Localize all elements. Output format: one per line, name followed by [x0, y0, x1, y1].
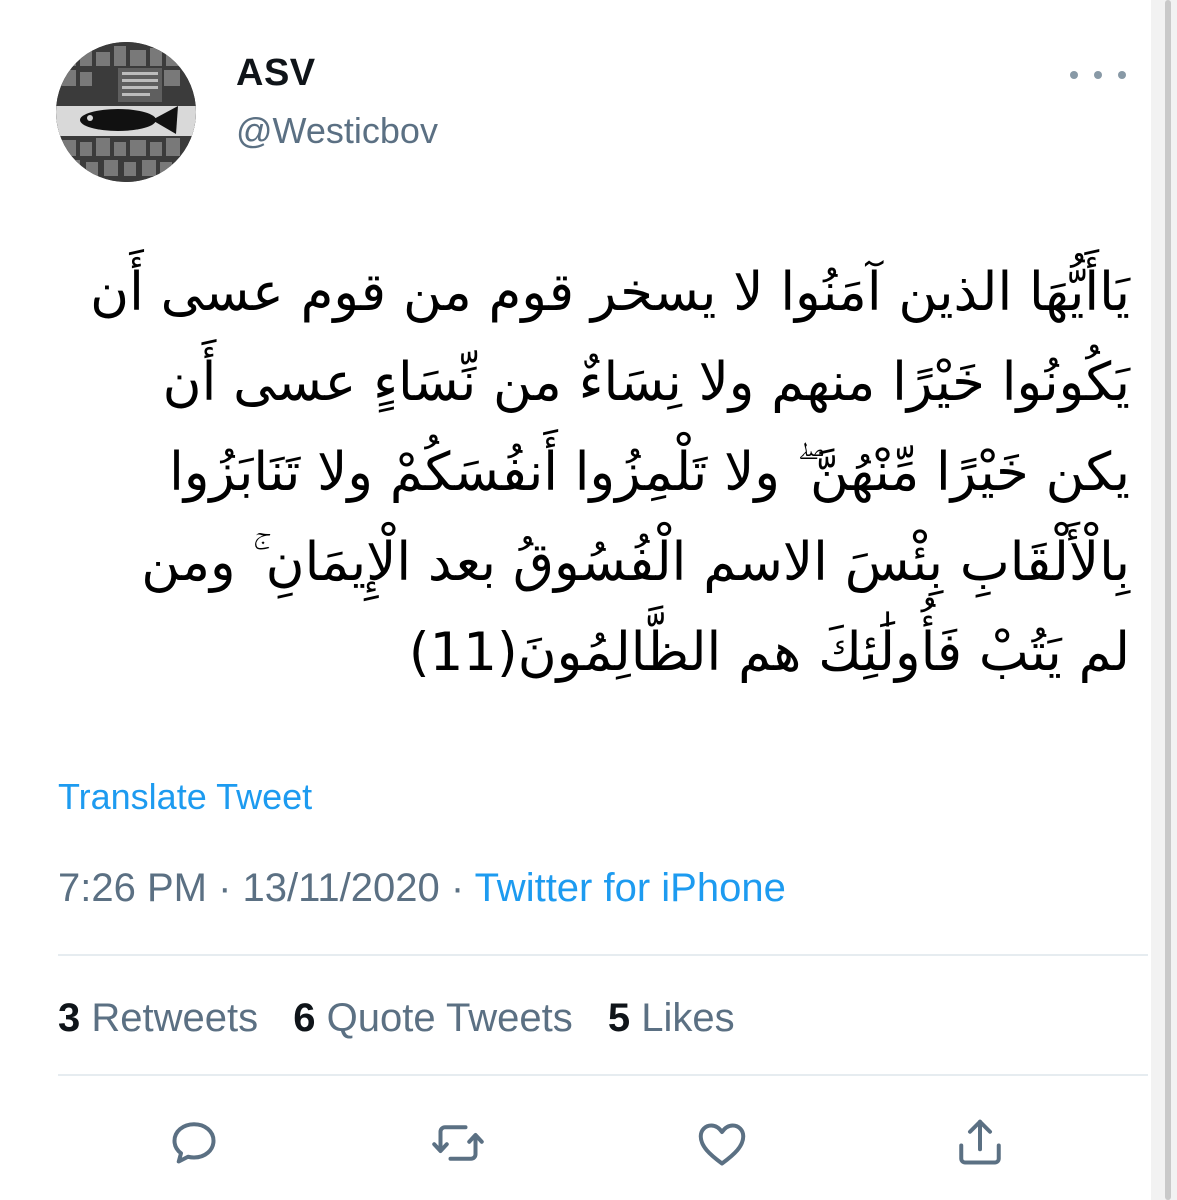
likes-stat[interactable]: 5 Likes [608, 996, 735, 1041]
quote-tweets-label: Quote Tweets [326, 996, 573, 1040]
scrollbar-track[interactable] [1151, 0, 1177, 1200]
tweet-text: يَاأَيُّهَا الذين آمَنُوا لا يسخر قوم من… [50, 248, 1130, 698]
like-button[interactable] [692, 1113, 752, 1173]
likes-count: 5 [607, 996, 631, 1040]
likes-label: Likes [641, 996, 735, 1040]
retweets-label: Retweets [91, 996, 259, 1040]
retweet-icon [432, 1125, 484, 1161]
tweet-source-link[interactable]: Twitter for iPhone [475, 866, 786, 910]
divider [58, 954, 1148, 956]
share-icon [959, 1119, 1001, 1165]
tweet-line: يكن خَيْرًا مِّنْهُنَّ ۖ ولا تَلْمِزُوا … [169, 442, 1130, 503]
scrollbar-thumb[interactable] [1165, 0, 1171, 1200]
more-options-button[interactable] [1070, 62, 1126, 88]
like-icon [698, 1123, 746, 1166]
reply-icon [172, 1122, 216, 1164]
retweet-button[interactable] [428, 1113, 488, 1173]
tweet-line: يَاأَيُّهَا الذين آمَنُوا لا يسخر قوم من… [90, 262, 1130, 323]
quote-tweets-stat[interactable]: 6 Quote Tweets [293, 996, 572, 1041]
meta-separator: · [206, 866, 243, 910]
tweet-line: يَكُونُوا خَيْرًا منهم ولا نِسَاءٌ من نِ… [162, 352, 1130, 413]
avatar[interactable] [56, 42, 196, 182]
tweet-line: لم يَتُبْ فَأُولَٰئِكَ هم الظَّالِمُونَ(… [408, 622, 1130, 683]
meta-separator: · [439, 866, 475, 910]
reply-button[interactable] [164, 1113, 224, 1173]
more-icon-dot [1094, 71, 1102, 79]
tweet-time[interactable]: 7:26 PM [58, 866, 207, 910]
more-icon [1070, 71, 1078, 79]
retweets-stat[interactable]: 3 Retweets [58, 996, 258, 1041]
tweet-date[interactable]: 13/11/2020 [243, 866, 440, 910]
quote-tweets-count: 6 [293, 996, 316, 1040]
divider [58, 1074, 1148, 1076]
retweets-count: 3 [58, 996, 81, 1040]
avatar-image [56, 42, 196, 182]
user-handle[interactable]: @Westicbov [236, 110, 438, 152]
tweet-meta: 7:26 PM · 13/11/2020 · Twitter for iPhon… [58, 866, 786, 911]
tweet-stats: 3 Retweets 6 Quote Tweets 5 Likes [58, 996, 759, 1041]
tweet-line: بِالْأَلْقَابِ بِئْسَ الاسم الْفُسُوقُ ب… [141, 532, 1130, 593]
more-icon-dot [1118, 71, 1126, 79]
share-button[interactable] [950, 1113, 1010, 1173]
display-name[interactable]: ASV [236, 52, 316, 95]
translate-tweet-link[interactable]: Translate Tweet [58, 776, 312, 818]
